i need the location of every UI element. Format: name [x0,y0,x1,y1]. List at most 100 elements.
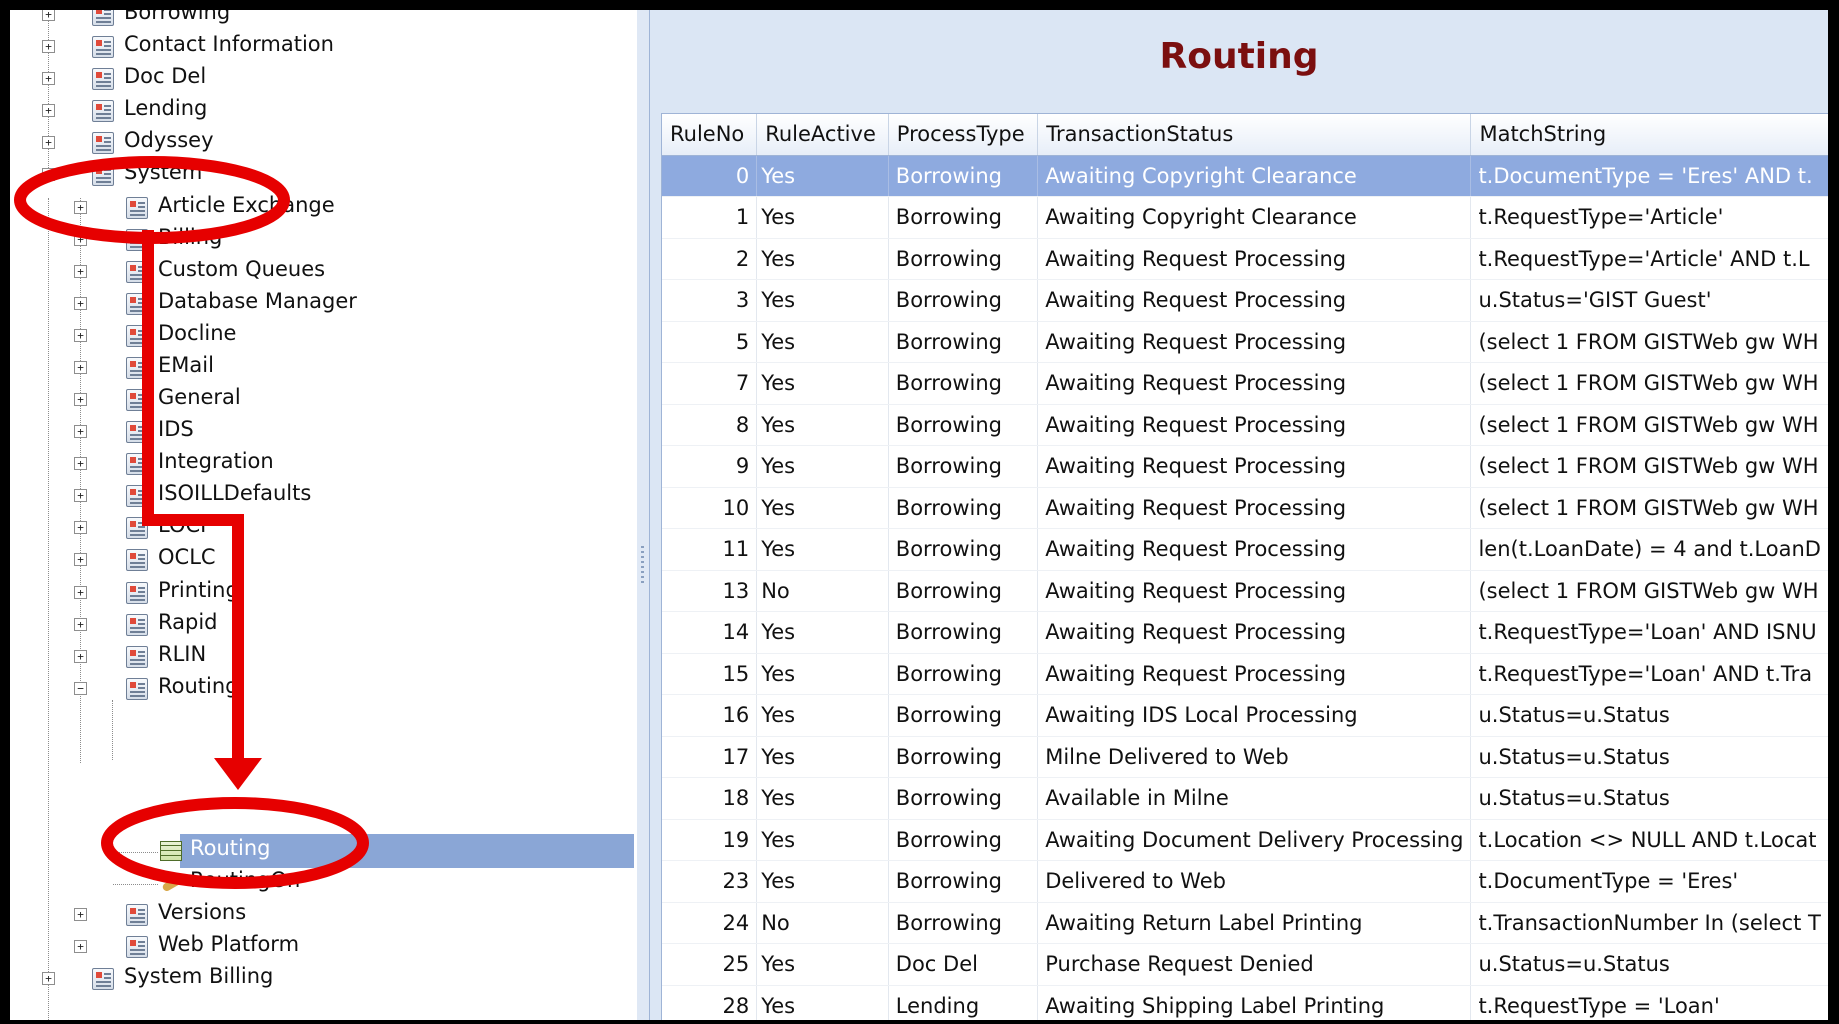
cell-ruleno[interactable]: 9 [662,445,758,488]
cell-processtype[interactable]: Borrowing [888,362,1039,405]
cell-ruleactive[interactable]: Yes [756,653,889,695]
table-row[interactable]: 17 Yes Borrowing Milne Delivered to Web u.St… [662,736,1828,778]
table-row[interactable]: 5 Yes Borrowing Awaiting Request Processing… [662,321,1828,363]
cell-ruleactive[interactable]: No [756,570,889,612]
cell-processtype[interactable]: Doc Del [888,943,1039,986]
cell-ruleno[interactable]: 1 [662,196,758,239]
expand-icon[interactable]: + [42,972,55,985]
cell-processtype[interactable]: Borrowing [888,902,1039,944]
expand-icon[interactable]: + [42,10,55,21]
table-row[interactable]: 13 No Borrowing Awaiting Request Processing… [662,570,1828,612]
cell-ruleno[interactable]: 0 [662,155,758,197]
table-row[interactable]: 0 Yes Borrowing Awaiting Copyright Clearanc… [662,155,1828,197]
cell-transactionstatus[interactable]: Awaiting Request Processing [1037,653,1472,695]
collapse-icon[interactable]: − [74,682,87,695]
expand-icon[interactable]: + [42,40,55,53]
cell-transactionstatus[interactable]: Awaiting Request Processing [1037,362,1472,405]
cell-processtype[interactable]: Borrowing [888,321,1039,363]
expand-icon[interactable]: + [74,553,87,566]
cell-transactionstatus[interactable]: Awaiting Return Label Printing [1037,902,1472,944]
cell-ruleno[interactable]: 13 [662,570,758,612]
table-row[interactable]: 3 Yes Borrowing Awaiting Request Processing… [662,279,1828,322]
cell-ruleno[interactable]: 16 [662,694,758,737]
cell-ruleno[interactable]: 25 [662,943,758,986]
cell-processtype[interactable]: Borrowing [888,528,1039,571]
cell-matchstring[interactable]: u.Status=u.Status [1470,943,1828,986]
expand-icon[interactable]: + [74,425,87,438]
cell-processtype[interactable]: Borrowing [888,694,1039,737]
cell-ruleactive[interactable]: Yes [756,445,889,488]
expand-icon[interactable]: + [74,650,87,663]
table-row[interactable]: 23 Yes Borrowing Delivered to Web t.Document… [662,860,1828,903]
cell-transactionstatus[interactable]: Awaiting Request Processing [1037,487,1472,529]
cell-processtype[interactable]: Borrowing [888,570,1039,612]
cell-ruleactive[interactable]: Yes [756,528,889,571]
cell-matchstring[interactable]: t.RequestType = 'Loan' [1470,985,1828,1020]
collapse-icon[interactable]: − [42,168,55,181]
cell-ruleno[interactable]: 24 [662,902,758,944]
table-row[interactable]: 25 Yes Doc Del Purchase Request Denied u.Sta… [662,943,1828,986]
cell-matchstring[interactable]: t.Location <> NULL AND t.Locat [1470,819,1828,861]
cell-matchstring[interactable]: u.Status=u.Status [1470,736,1828,778]
cell-ruleactive[interactable]: Yes [756,321,889,363]
cell-ruleactive[interactable]: No [756,902,889,944]
table-row[interactable]: 7 Yes Borrowing Awaiting Request Processing… [662,362,1828,405]
cell-matchstring[interactable]: (select 1 FROM GISTWeb gw WH [1470,362,1828,405]
customization-tree[interactable]: + Borrowing + Contact Information + Doc … [10,10,638,1020]
cell-processtype[interactable]: Borrowing [888,445,1039,488]
table-row[interactable]: 15 Yes Borrowing Awaiting Request Processin… [662,653,1828,695]
cell-ruleactive[interactable]: Yes [756,238,889,280]
cell-processtype[interactable]: Borrowing [888,155,1039,197]
cell-processtype[interactable]: Borrowing [888,238,1039,280]
cell-transactionstatus[interactable]: Awaiting Request Processing [1037,404,1472,446]
cell-matchstring[interactable]: u.Status='GIST Guest' [1470,279,1828,322]
cell-processtype[interactable]: Borrowing [888,404,1039,446]
expand-icon[interactable]: + [74,265,87,278]
cell-transactionstatus[interactable]: Awaiting Request Processing [1037,570,1472,612]
cell-ruleactive[interactable]: Yes [756,943,889,986]
cell-ruleactive[interactable]: Yes [756,487,889,529]
cell-processtype[interactable]: Borrowing [888,736,1039,778]
cell-ruleactive[interactable]: Yes [756,155,889,197]
column-header-matchstring[interactable]: MatchString [1470,114,1828,156]
cell-ruleactive[interactable]: Yes [756,777,889,820]
cell-transactionstatus[interactable]: Awaiting IDS Local Processing [1037,694,1472,737]
expand-icon[interactable]: + [74,618,87,631]
cell-ruleno[interactable]: 5 [662,321,758,363]
cell-matchstring[interactable]: t.RequestType='Loan' AND t.Tra [1470,653,1828,695]
expand-icon[interactable]: + [42,104,55,117]
cell-transactionstatus[interactable]: Delivered to Web [1037,860,1472,903]
cell-transactionstatus[interactable]: Awaiting Request Processing [1037,238,1472,280]
cell-matchstring[interactable]: u.Status=u.Status [1470,694,1828,737]
cell-processtype[interactable]: Borrowing [888,860,1039,903]
cell-transactionstatus[interactable]: Awaiting Request Processing [1037,611,1472,654]
cell-transactionstatus[interactable]: Awaiting Request Processing [1037,279,1472,322]
cell-ruleno[interactable]: 19 [662,819,758,861]
table-row[interactable]: 9 Yes Borrowing Awaiting Request Processing… [662,445,1828,488]
cell-processtype[interactable]: Borrowing [888,196,1039,239]
cell-matchstring[interactable]: len(t.LoanDate) = 4 and t.LoanD [1470,528,1828,571]
table-row[interactable]: 16 Yes Borrowing Awaiting IDS Local Process… [662,694,1828,737]
cell-matchstring[interactable]: u.Status=u.Status [1470,777,1828,820]
cell-ruleno[interactable]: 8 [662,404,758,446]
cell-matchstring[interactable]: t.DocumentType = 'Eres' AND t. [1470,155,1828,197]
expand-icon[interactable]: + [74,489,87,502]
expand-icon[interactable]: + [74,940,87,953]
cell-matchstring[interactable]: (select 1 FROM GISTWeb gw WH [1470,445,1828,488]
table-row[interactable]: 24 No Borrowing Awaiting Return Label Print… [662,902,1828,944]
cell-ruleactive[interactable]: Yes [756,279,889,322]
table-row[interactable]: 19 Yes Borrowing Awaiting Document Delivery… [662,819,1828,861]
cell-processtype[interactable]: Borrowing [888,487,1039,529]
cell-processtype[interactable]: Borrowing [888,611,1039,654]
cell-transactionstatus[interactable]: Awaiting Copyright Clearance [1037,155,1472,197]
cell-transactionstatus[interactable]: Purchase Request Denied [1037,943,1472,986]
column-header-ruleactive[interactable]: RuleActive [756,114,889,156]
cell-ruleno[interactable]: 15 [662,653,758,695]
cell-ruleactive[interactable]: Yes [756,985,889,1020]
splitter-grip-icon[interactable] [641,543,644,583]
pane-splitter[interactable] [637,10,650,1020]
table-row[interactable]: 18 Yes Borrowing Available in Milne u.Status… [662,777,1828,820]
cell-transactionstatus[interactable]: Awaiting Request Processing [1037,445,1472,488]
cell-ruleno[interactable]: 14 [662,611,758,654]
table-row[interactable]: 28 Yes Lending Awaiting Shipping Label Prin… [662,985,1828,1020]
